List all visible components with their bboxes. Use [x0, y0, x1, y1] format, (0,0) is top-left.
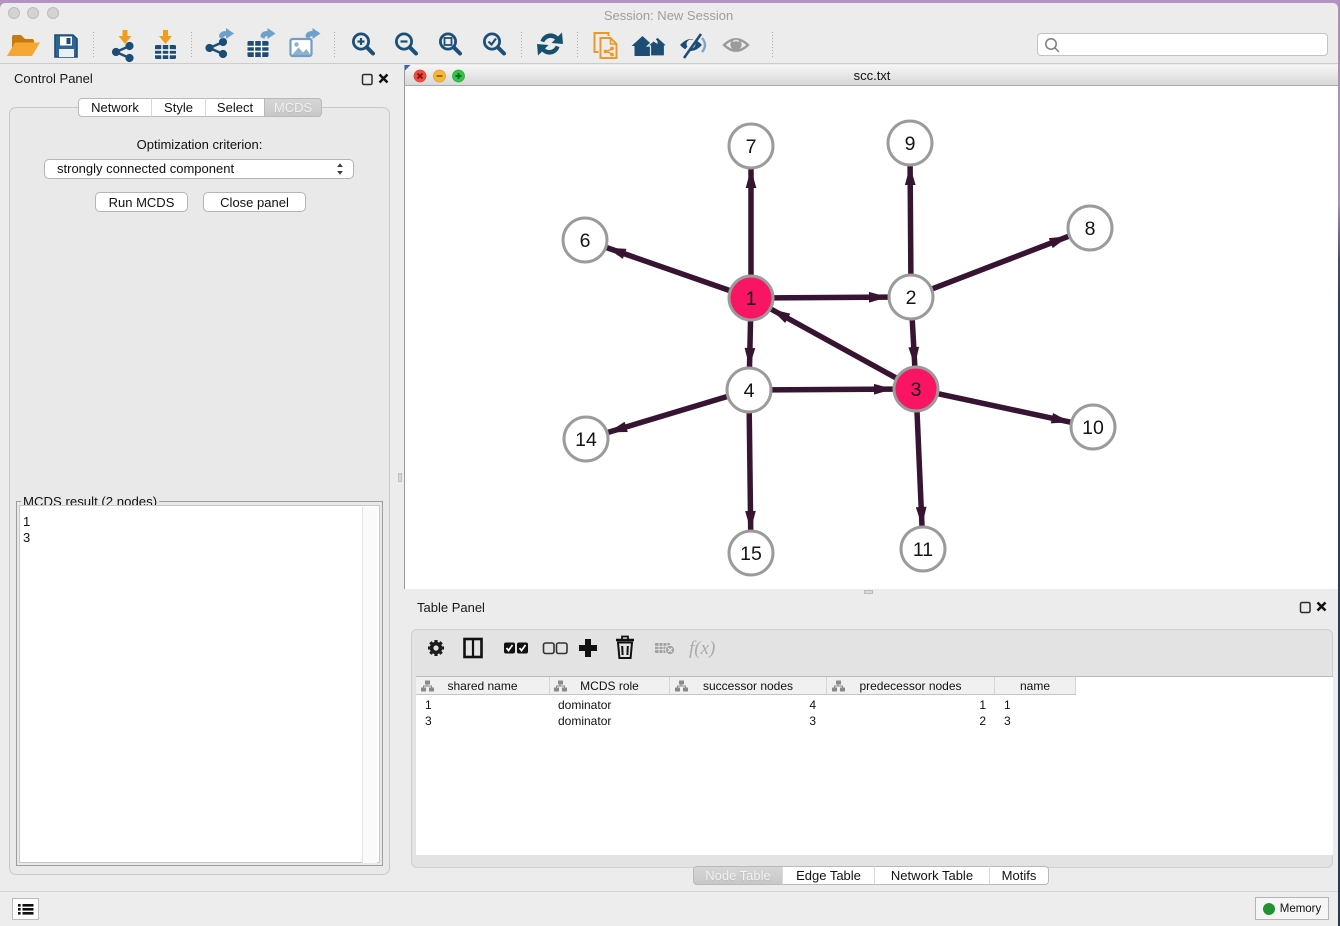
svg-text:6: 6: [580, 230, 591, 252]
svg-text:15: 15: [740, 543, 762, 565]
svg-text:8: 8: [1085, 218, 1096, 240]
svg-text:14: 14: [575, 429, 597, 451]
svg-text:2: 2: [906, 287, 917, 309]
svg-text:11: 11: [913, 539, 933, 561]
svg-text:7: 7: [746, 136, 757, 158]
svg-text:9: 9: [905, 133, 916, 155]
svg-text:1: 1: [746, 288, 757, 310]
svg-text:4: 4: [744, 380, 755, 402]
svg-text:f(x): f(x): [689, 638, 715, 659]
svg-text:10: 10: [1082, 417, 1104, 439]
svg-text:3: 3: [911, 379, 922, 401]
